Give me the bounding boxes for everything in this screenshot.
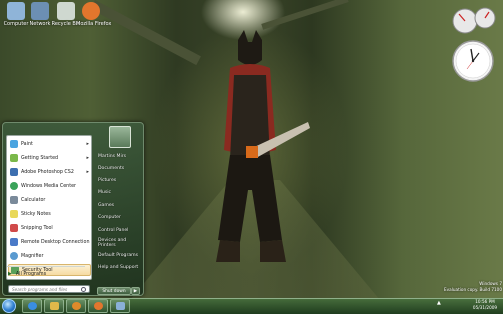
remote-desktop-icon	[10, 238, 18, 246]
user-picture[interactable]	[109, 126, 131, 148]
submenu-arrow-icon[interactable]: ▸	[86, 169, 89, 175]
media-center-icon	[10, 182, 18, 190]
computer-icon	[7, 2, 25, 20]
photoshop-icon	[10, 168, 18, 176]
show-hidden-icons-button[interactable]: ▲	[437, 300, 441, 306]
taskbar-window[interactable]	[110, 299, 130, 313]
cpu-meter-gadget[interactable]	[451, 6, 497, 36]
wallpaper-figure	[216, 30, 310, 262]
submenu-arrow-icon[interactable]: ▸	[86, 155, 89, 161]
program-item-media-center[interactable]: Windows Media Center	[8, 180, 91, 192]
right-item-computer[interactable]: Computer	[96, 213, 144, 222]
taskbar-clock[interactable]: 10:56 PM 05/31/2009	[470, 299, 500, 311]
program-item-sticky-notes[interactable]: Sticky Notes	[8, 208, 91, 220]
window-icon	[115, 302, 125, 310]
start-menu-programs-pane: Paint ▸ Getting Started ▸ Adobe Photosho…	[6, 135, 92, 280]
snipping-tool-icon	[10, 224, 18, 232]
search-input[interactable]: Search programs and files	[8, 285, 90, 293]
desktop-icon-firefox[interactable]: Mozilla Firefox	[76, 2, 111, 27]
program-item-photoshop[interactable]: Adobe Photoshop CS2 ▸	[8, 166, 91, 178]
arrow-right-icon: ▶	[8, 271, 12, 277]
program-item-getting-started[interactable]: Getting Started ▸	[8, 152, 91, 164]
getting-started-icon	[10, 154, 18, 162]
submenu-arrow-icon[interactable]: ▸	[86, 141, 89, 147]
search-icon	[81, 286, 86, 292]
right-item-pictures[interactable]: Pictures	[96, 176, 144, 185]
sticky-notes-icon	[10, 210, 18, 218]
program-item-remote-desktop[interactable]: Remote Desktop Connection	[8, 236, 91, 248]
right-item-help-support[interactable]: Help and Support	[96, 263, 144, 272]
calculator-icon	[10, 196, 18, 204]
right-item-user-folder[interactable]: Martins Mirs	[96, 152, 144, 161]
evaluation-watermark: Windows 7 Evaluation copy. Build 7100	[444, 281, 502, 292]
taskbar-windows-explorer[interactable]	[44, 299, 64, 313]
all-programs-button[interactable]: ▶ All Programs	[5, 271, 46, 277]
right-item-devices-printers[interactable]: Devices and Printers	[96, 238, 144, 248]
shutdown-button[interactable]: Shut down	[97, 287, 131, 295]
media-player-icon	[71, 302, 81, 310]
taskbar-media-player[interactable]	[66, 299, 86, 313]
shutdown-options-button[interactable]: ▶	[131, 287, 140, 295]
start-button[interactable]	[2, 299, 16, 313]
windows-explorer-icon	[49, 302, 59, 310]
right-item-default-programs[interactable]: Default Programs	[96, 251, 144, 260]
right-item-music[interactable]: Music	[96, 188, 144, 197]
right-item-documents[interactable]: Documents	[96, 164, 144, 173]
network-icon	[31, 2, 49, 20]
program-item-calculator[interactable]: Calculator	[8, 194, 91, 206]
magnifier-icon	[10, 252, 18, 260]
right-item-games[interactable]: Games	[96, 201, 144, 210]
paint-icon	[10, 140, 18, 148]
menu-separator	[7, 266, 85, 267]
program-item-snipping-tool[interactable]: Snipping Tool	[8, 222, 91, 234]
taskbar-firefox[interactable]	[88, 299, 108, 313]
program-item-magnifier[interactable]: Magnifier	[8, 250, 91, 262]
firefox-icon	[82, 2, 100, 20]
clock-gadget[interactable]	[452, 40, 494, 82]
taskbar-internet-explorer[interactable]	[22, 299, 42, 313]
right-item-control-panel[interactable]: Control Panel	[96, 226, 144, 235]
firefox-icon	[93, 302, 103, 310]
recycle-bin-icon	[57, 2, 75, 20]
internet-explorer-icon	[27, 302, 37, 310]
start-menu: Paint ▸ Getting Started ▸ Adobe Photosho…	[2, 122, 144, 296]
program-item-paint[interactable]: Paint ▸	[8, 138, 91, 150]
